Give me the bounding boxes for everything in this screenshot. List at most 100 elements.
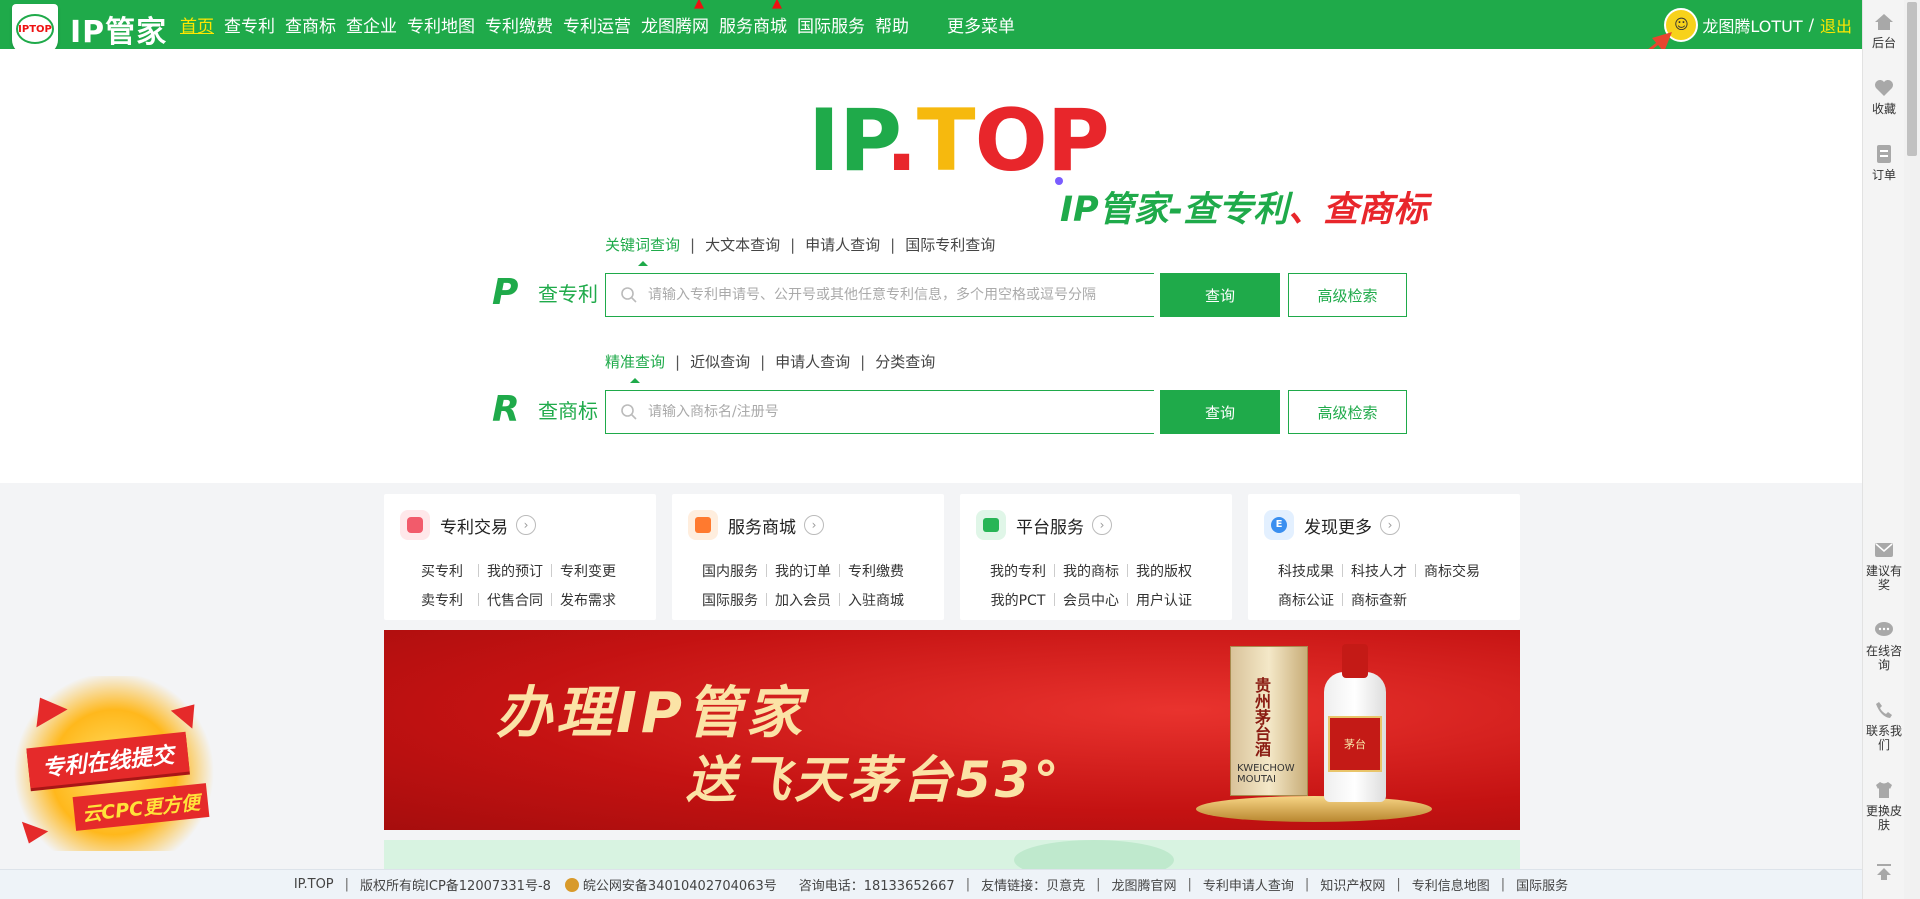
tab-intl-patent-query[interactable]: 国际专利查询	[905, 234, 995, 255]
card-header[interactable]: E 发现更多 ›	[1264, 510, 1400, 540]
scrollbar-thumb[interactable]	[1907, 2, 1917, 156]
card-links: 买专利 我的预订 专利变更 卖专利 代售合同 发布需求	[406, 556, 646, 614]
toolbar-change-skin[interactable]: 更换皮肤	[1863, 780, 1905, 832]
link-patent-fee[interactable]: 专利缴费	[840, 561, 912, 581]
footer-patent-map[interactable]: 专利信息地图	[1412, 875, 1490, 894]
footer-separator: |	[1304, 877, 1310, 892]
promo-banner[interactable]: 办理IP管家 送飞天茅台53° 贵州茅台酒 KWEICHOW MOUTAI 茅台	[384, 630, 1520, 830]
link-post-demand[interactable]: 发布需求	[552, 590, 624, 610]
toolbar-label: 在线咨询	[1865, 644, 1902, 672]
link-intl-service[interactable]: 国际服务	[694, 590, 766, 610]
nav-service-mall[interactable]: 服务商城 ▲	[719, 0, 787, 37]
footer-site-name[interactable]: IP.TOP	[294, 877, 334, 892]
order-icon	[1874, 144, 1894, 164]
chevron-right-icon[interactable]: ›	[804, 515, 824, 535]
footer-separator: |	[344, 877, 350, 892]
chevron-right-icon[interactable]: ›	[1380, 515, 1400, 535]
card-title: 服务商城	[728, 517, 796, 538]
toolbar-suggestion[interactable]: 建议有奖	[1863, 540, 1905, 592]
toolbar-favorites[interactable]: 收藏	[1863, 78, 1905, 116]
trademark-advanced-search-button[interactable]: 高级检索	[1288, 390, 1407, 434]
nav-search-patent[interactable]: 查专利	[224, 12, 275, 37]
patent-search-input[interactable]	[648, 287, 1148, 303]
tab-keyword-query[interactable]: 关键词查询	[605, 234, 680, 266]
card-title: 平台服务	[1016, 517, 1084, 538]
footer-icp[interactable]: 版权所有皖ICP备12007331号-8	[360, 875, 551, 894]
patent-letter-icon: P	[492, 272, 519, 313]
link-trademark-trade[interactable]: 商标交易	[1416, 561, 1488, 581]
nav-help[interactable]: 帮助	[875, 12, 909, 37]
link-consign-contract[interactable]: 代售合同	[479, 590, 551, 610]
nav-search-company[interactable]: 查企业	[346, 12, 397, 37]
footer-friend-link[interactable]: 友情链接：贝意克	[981, 875, 1085, 894]
link-member-center[interactable]: 会员中心	[1055, 590, 1127, 610]
link-user-verification[interactable]: 用户认证	[1128, 590, 1200, 610]
brand-name[interactable]: IP管家	[70, 7, 167, 51]
footer-intl-service[interactable]: 国际服务	[1516, 875, 1568, 894]
toolbar-contact[interactable]: 联系我们	[1863, 700, 1905, 752]
trademark-letter-icon: R	[492, 389, 520, 430]
tab-similar-query[interactable]: 近似查询	[690, 351, 750, 372]
toolbar-online-chat[interactable]: 在线咨询	[1863, 620, 1905, 672]
tab-class-query[interactable]: 分类查询	[875, 351, 935, 372]
nav-patent-operation[interactable]: 专利运营	[563, 12, 631, 37]
toolbar-backend[interactable]: 后台	[1863, 12, 1905, 50]
link-trademark-novelty[interactable]: 商标查新	[1343, 590, 1415, 610]
nav-international[interactable]: 国际服务	[797, 12, 865, 37]
banner-subline: 送飞天茅台53°	[686, 751, 1063, 809]
card-platform-service: 平台服务 › 我的专利 我的商标 我的版权 我的PCT 会员中心 用户认证	[960, 494, 1232, 620]
tab-fulltext-query[interactable]: 大文本查询	[705, 234, 780, 255]
user-name[interactable]: 龙图腾LOTUT	[1702, 13, 1802, 37]
nav-more-menu[interactable]: 更多菜单	[947, 12, 1015, 37]
nav-home[interactable]: 首页	[180, 12, 214, 37]
nav-patent-map[interactable]: 专利地图	[407, 12, 475, 37]
slogan-sep: 、	[1288, 190, 1324, 230]
arrow-up-icon	[1874, 862, 1894, 882]
patent-advanced-search-button[interactable]: 高级检索	[1288, 273, 1407, 317]
link-my-patents[interactable]: 我的专利	[982, 561, 1054, 581]
footer-applicant-search[interactable]: 专利申请人查询	[1203, 875, 1294, 894]
tab-exact-query[interactable]: 精准查询	[605, 351, 665, 383]
tab-tm-applicant-query[interactable]: 申请人查询	[775, 351, 850, 372]
link-my-trademarks[interactable]: 我的商标	[1055, 561, 1127, 581]
footer-police-record[interactable]: 皖公网安备34010402704063号	[583, 879, 777, 894]
link-tech-achievements[interactable]: 科技成果	[1270, 561, 1342, 581]
site-logo[interactable]: IPTOP	[12, 4, 58, 54]
link-buy-patent[interactable]: 买专利	[406, 561, 478, 581]
footer-ip-net[interactable]: 知识产权网	[1320, 875, 1385, 894]
card-header[interactable]: 专利交易 ›	[400, 510, 536, 540]
trademark-search-input[interactable]	[648, 404, 1148, 420]
trademark-search-button[interactable]: 查询	[1160, 390, 1280, 434]
link-my-reservation[interactable]: 我的预订	[479, 561, 551, 581]
trademark-search-tabs: 精准查询 | 近似查询 | 申请人查询 | 分类查询	[605, 351, 935, 383]
logout-link[interactable]: 退出	[1820, 13, 1852, 37]
strip-decoration	[1014, 840, 1174, 869]
card-header[interactable]: 平台服务 ›	[976, 510, 1112, 540]
page-scrollbar[interactable]	[1904, 0, 1920, 899]
footer-lotut-site[interactable]: 龙图腾官网	[1112, 875, 1177, 894]
back-to-top-button[interactable]	[1863, 862, 1905, 886]
chevron-right-icon[interactable]: ›	[516, 515, 536, 535]
box-text: 贵州茅台酒	[1252, 677, 1271, 757]
link-patent-change[interactable]: 专利变更	[552, 561, 624, 581]
tab-applicant-query[interactable]: 申请人查询	[805, 234, 880, 255]
patent-search-button[interactable]: 查询	[1160, 273, 1280, 317]
link-my-copyright[interactable]: 我的版权	[1128, 561, 1200, 581]
link-domestic-service[interactable]: 国内服务	[694, 561, 766, 581]
toolbar-label: 更换皮肤	[1865, 804, 1902, 832]
chevron-right-icon[interactable]: ›	[1092, 515, 1112, 535]
toolbar-orders[interactable]: 订单	[1863, 144, 1905, 182]
link-sell-patent[interactable]: 卖专利	[406, 590, 478, 610]
link-join-mall[interactable]: 入驻商城	[840, 590, 912, 610]
link-tech-talent[interactable]: 科技人才	[1343, 561, 1415, 581]
nav-patent-fee[interactable]: 专利缴费	[485, 12, 553, 37]
link-my-pct[interactable]: 我的PCT	[982, 590, 1054, 610]
nav-lotut-net[interactable]: 龙图腾网 ▲	[641, 0, 709, 37]
nav-search-trademark[interactable]: 查商标	[285, 12, 336, 37]
link-join-member[interactable]: 加入会员	[767, 590, 839, 610]
secondary-banner-strip[interactable]	[384, 840, 1520, 869]
link-my-orders[interactable]: 我的订单	[767, 561, 839, 581]
card-header[interactable]: 服务商城 ›	[688, 510, 824, 540]
link-trademark-notary[interactable]: 商标公证	[1270, 590, 1342, 610]
floating-promo[interactable]: 专利在线提交 云CPC更方便	[4, 666, 222, 862]
